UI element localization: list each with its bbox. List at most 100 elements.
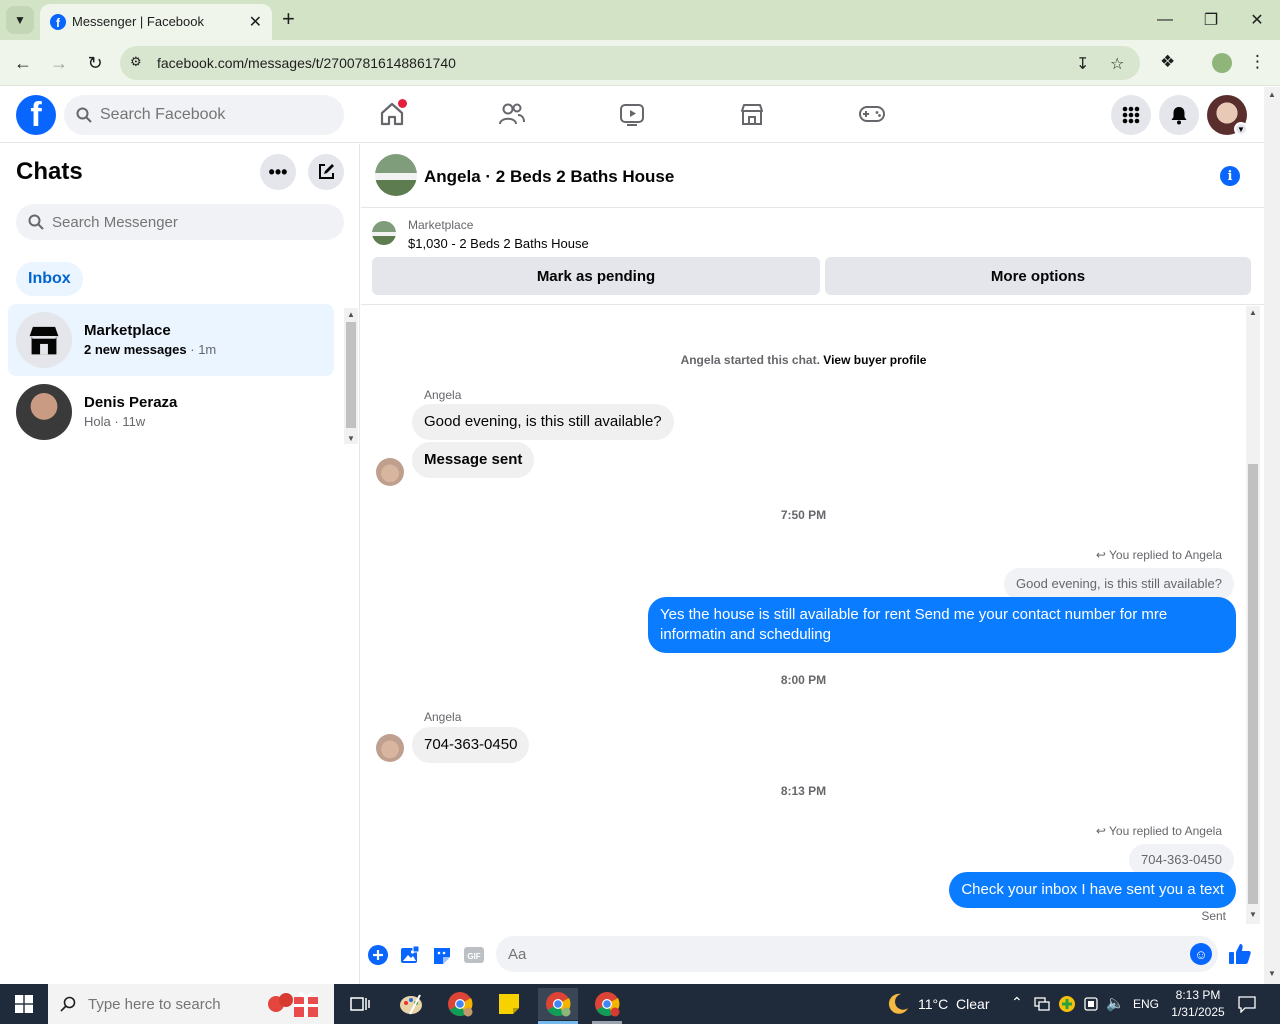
taskbar-search-input[interactable] [88,984,258,1024]
paint-app-icon[interactable] [391,988,431,1020]
menu-grid-icon[interactable] [1111,95,1151,135]
chat-name: Marketplace [84,322,171,339]
sticker-icon[interactable] [432,945,452,965]
meet-now-icon[interactable] [1083,996,1099,1012]
reply-quote[interactable]: Good evening, is this still available? [1004,568,1234,600]
account-chevron-down-icon[interactable]: ▼ [1234,122,1248,136]
message-thread: Angela started this chat. View buyer pro… [361,306,1246,924]
more-options-button[interactable]: More options [825,257,1251,295]
chat-item-marketplace[interactable]: Marketplace 2 new messages · 1m [8,304,334,376]
reload-icon[interactable]: ↻ [82,50,108,76]
incoming-message[interactable]: Good evening, is this still available? [412,404,674,440]
chrome-profile-1-icon[interactable] [440,988,480,1020]
bookmark-star-icon[interactable]: ☆ [1110,54,1124,74]
chrome-profile-3-icon[interactable] [587,988,627,1020]
minimize-icon[interactable]: — [1142,0,1188,40]
scroll-down-arrow-icon[interactable]: ▼ [347,434,355,443]
back-arrow-icon[interactable]: ← [10,50,36,76]
attach-photo-icon[interactable] [400,945,420,965]
tab-close-icon[interactable]: ✕ [249,12,262,32]
weather-moon-icon[interactable] [886,992,910,1016]
chat-item-denis-peraza[interactable]: Denis Peraza Hola · 11w [8,376,334,448]
marketplace-label: Marketplace [408,218,474,232]
listing-title[interactable]: $1,030 - 2 Beds 2 Baths House [408,236,589,251]
sticky-notes-icon[interactable] [489,988,529,1020]
taskbar-search[interactable] [48,984,334,1024]
listing-thumbnail[interactable] [372,221,396,245]
chats-more-options-icon[interactable]: ••• [260,154,296,190]
reply-indicator: ↩ You replied to Angela [1095,548,1222,562]
avatar [16,384,72,440]
close-window-icon[interactable]: ✕ [1234,0,1280,40]
facebook-logo-icon[interactable]: f [16,95,56,135]
incoming-message[interactable]: Message sent [412,442,535,478]
message-input[interactable] [508,936,1168,972]
chat-name: Denis Peraza [84,394,178,411]
network-icon[interactable] [1034,996,1050,1012]
conversation-header: Angela · 2 Beds 2 Baths House i [361,144,1264,208]
scroll-up-arrow-icon[interactable]: ▲ [1249,308,1257,317]
facebook-search-input[interactable] [100,95,330,135]
notification-center-icon[interactable] [1238,995,1256,1014]
browser-menu-kebab-icon[interactable]: ⋮ [1249,52,1266,72]
weather-text[interactable]: 11°C Clear [918,996,989,1012]
marketplace-store-icon[interactable] [737,99,767,129]
listing-avatar[interactable] [375,154,417,196]
browser-profile-icon[interactable] [1212,53,1232,73]
clock-date[interactable]: 1/31/2025 [1168,1005,1228,1019]
notifications-bell-icon[interactable] [1159,95,1199,135]
scroll-down-arrow-icon[interactable]: ▼ [1268,969,1276,978]
message-input-wrap[interactable]: ☺ [496,936,1218,972]
scrollbar-thumb[interactable] [1248,464,1258,904]
conversation-title[interactable]: Angela · 2 Beds 2 Baths House [424,167,674,187]
view-buyer-profile-link[interactable]: View buyer profile [823,353,926,367]
scroll-up-arrow-icon[interactable]: ▲ [1268,90,1276,99]
like-thumbs-up-icon[interactable] [1228,942,1252,966]
scroll-up-arrow-icon[interactable]: ▲ [347,310,355,319]
task-view-icon[interactable] [340,988,380,1020]
gaming-controller-icon[interactable] [857,99,887,129]
browser-tab-messenger[interactable]: f Messenger | Facebook ✕ [40,4,272,40]
show-hidden-icons-chevron-up-icon[interactable]: ⌃ [1011,994,1023,1011]
outgoing-message[interactable]: Yes the house is still available for ren… [648,597,1236,653]
address-url[interactable]: facebook.com/messages/t/2700781614886174… [157,55,456,71]
messenger-search-input[interactable] [52,204,332,240]
site-settings-icon[interactable]: ⚙ [130,54,146,70]
message-thread-scrollbar[interactable]: ▲ ▼ [1246,306,1260,924]
new-message-compose-icon[interactable] [308,154,344,190]
svg-text:GIF: GIF [467,952,480,961]
chrome-profile-2-icon[interactable] [538,988,578,1020]
security-update-icon[interactable] [1059,996,1075,1012]
friends-icon[interactable] [497,99,527,129]
chat-list-scrollbar[interactable]: ▲ ▼ [344,308,358,444]
tab-inbox[interactable]: Inbox [16,262,83,296]
address-bar[interactable]: ⚙ facebook.com/messages/t/27007816148861… [120,46,1140,80]
forward-arrow-icon[interactable]: → [46,50,72,76]
emoji-icon[interactable]: ☺ [1190,943,1212,965]
windows-start-icon[interactable] [0,984,48,1024]
messenger-search[interactable] [16,204,344,240]
volume-speaker-icon[interactable]: 🔈 [1106,994,1125,1012]
extensions-puzzle-icon[interactable]: ❖ [1160,52,1175,72]
install-app-icon[interactable]: ↧ [1076,54,1089,74]
tab-search-chevron-icon[interactable]: ▼ [6,6,34,34]
incoming-message[interactable]: 704-363-0450 [412,727,530,763]
scroll-down-arrow-icon[interactable]: ▼ [1249,910,1257,919]
clock-time[interactable]: 8:13 PM [1170,988,1226,1002]
page-scrollbar[interactable]: ▲ ▼ [1264,87,1280,984]
avatar[interactable] [376,458,404,486]
facebook-search[interactable] [64,95,344,135]
new-tab-plus-icon[interactable]: + [282,8,295,30]
gif-icon[interactable]: GIF [464,945,484,965]
avatar[interactable] [376,734,404,762]
reply-indicator: ↩ You replied to Angela [1095,824,1222,838]
scrollbar-thumb[interactable] [346,322,356,428]
outgoing-message[interactable]: Check your inbox I have sent you a text [949,872,1236,908]
chat-preview: Hola · 11w [84,414,146,429]
restore-icon[interactable]: ❐ [1188,0,1234,40]
more-actions-plus-icon[interactable] [368,945,388,965]
language-indicator[interactable]: ENG [1133,997,1159,1011]
conversation-info-icon[interactable]: i [1220,166,1240,186]
video-icon[interactable] [617,99,647,129]
mark-as-pending-button[interactable]: Mark as pending [372,257,820,295]
